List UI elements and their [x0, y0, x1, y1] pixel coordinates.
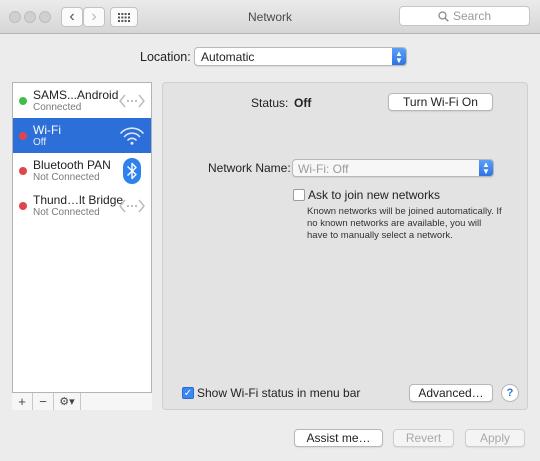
apply-button[interactable]: Apply: [465, 429, 525, 447]
revert-button[interactable]: Revert: [393, 429, 454, 447]
network-name-popup[interactable]: Wi-Fi: Off ▲ ▼: [292, 159, 494, 177]
wifi-icon: [118, 122, 145, 149]
service-item-sams-android[interactable]: SAMS...Android Connected: [13, 83, 151, 118]
service-status: Not Connected: [33, 172, 100, 183]
search-icon: [438, 10, 449, 22]
location-popup[interactable]: Automatic ▲ ▼: [194, 47, 407, 66]
service-list: SAMS...Android Connected Wi-Fi Off Bluet…: [12, 82, 152, 410]
show-status-label: Show Wi-Fi status in menu bar: [197, 386, 361, 400]
location-value: Automatic: [201, 50, 255, 64]
turn-wifi-on-button[interactable]: Turn Wi-Fi On: [388, 93, 493, 111]
status-dot-off: [19, 132, 27, 140]
network-name-label: Network Name:: [208, 161, 291, 175]
popup-arrows-icon: ▲ ▼: [479, 160, 493, 176]
service-status: Not Connected: [33, 207, 100, 218]
help-button[interactable]: ?: [501, 384, 519, 402]
service-item-thunderbolt-bridge[interactable]: Thund…lt Bridge Not Connected: [13, 188, 151, 223]
bluetooth-icon: [118, 157, 145, 184]
status-dot-disconnected: [19, 167, 27, 175]
ask-join-label: Ask to join new networks: [308, 188, 441, 202]
remove-service-button[interactable]: −: [33, 393, 54, 410]
service-name: Wi-Fi: [33, 123, 61, 137]
show-status-checkbox[interactable]: ✓: [182, 387, 194, 399]
add-service-button[interactable]: +: [12, 393, 33, 410]
service-item-wifi[interactable]: Wi-Fi Off: [13, 118, 151, 153]
popup-arrows-icon: ▲ ▼: [392, 48, 406, 65]
thunderbolt-arrows-icon: [118, 87, 145, 114]
service-name: Bluetooth PAN: [33, 158, 111, 172]
search-field[interactable]: Search: [399, 6, 530, 26]
thunderbolt-arrows-icon: [118, 192, 145, 219]
gear-icon[interactable]: ⚙▾: [54, 393, 81, 410]
status-dot-connected: [19, 97, 27, 105]
service-status: Off: [33, 137, 47, 148]
network-name-value: Wi-Fi: Off: [298, 162, 349, 176]
advanced-button[interactable]: Advanced…: [409, 384, 493, 402]
service-item-bluetooth-pan[interactable]: Bluetooth PAN Not Connected: [13, 153, 151, 188]
location-label: Location:: [140, 50, 191, 64]
service-name: Thund…lt Bridge: [33, 193, 124, 207]
service-status: Connected: [33, 102, 82, 113]
service-name: SAMS...Android: [33, 88, 119, 102]
wifi-settings-panel: [162, 82, 528, 410]
status-value: Off: [294, 96, 312, 110]
ask-join-checkbox[interactable]: [293, 189, 305, 201]
search-placeholder: Search: [452, 9, 492, 23]
status-dot-disconnected: [19, 202, 27, 210]
ask-join-help-text: Known networks will be joined automatica…: [307, 206, 502, 241]
assist-me-button[interactable]: Assist me…: [294, 429, 383, 447]
service-list-toolbar: + − ⚙▾: [12, 392, 152, 410]
status-label: Status:: [251, 96, 289, 110]
